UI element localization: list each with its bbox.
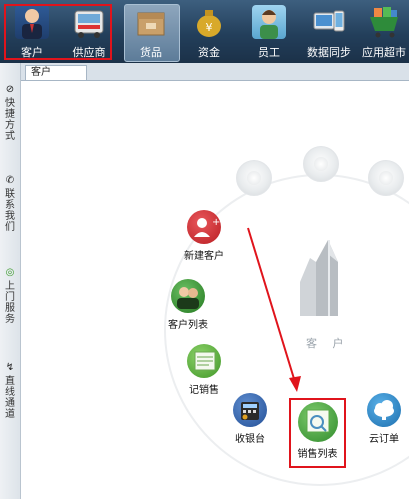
center-customer-label: 客 户: [306, 337, 350, 350]
customer-list-icon: [171, 279, 205, 313]
cash-register-icon: [233, 393, 267, 427]
cash-register-label: 收银台: [235, 434, 265, 445]
cloud-order-label: 云订单: [369, 434, 399, 445]
new-customer-label: 新建客户: [184, 251, 224, 262]
record-sale-label: 记销售: [189, 385, 219, 396]
record-sale-icon: [187, 344, 221, 378]
building-illustration: [300, 240, 338, 316]
record-sale-button[interactable]: 记销售: [176, 344, 232, 396]
sales-list-highlight-box: [289, 398, 346, 468]
add-customer-icon: +: [187, 210, 221, 244]
customer-list-button[interactable]: 客户列表: [160, 279, 216, 331]
cloud-order-button[interactable]: 云订单: [362, 393, 406, 445]
cloud-order-icon: [367, 393, 401, 427]
new-customer-button[interactable]: + 新建客户: [176, 210, 232, 262]
cash-register-button[interactable]: 收银台: [227, 393, 273, 445]
placeholder-slot-1: [236, 160, 272, 196]
customer-list-label: 客户列表: [168, 320, 208, 331]
placeholder-slot-2: [303, 146, 339, 182]
annotation-arrow: [247, 227, 301, 392]
placeholder-slot-3: [368, 160, 404, 196]
svg-text:+: +: [212, 217, 220, 228]
